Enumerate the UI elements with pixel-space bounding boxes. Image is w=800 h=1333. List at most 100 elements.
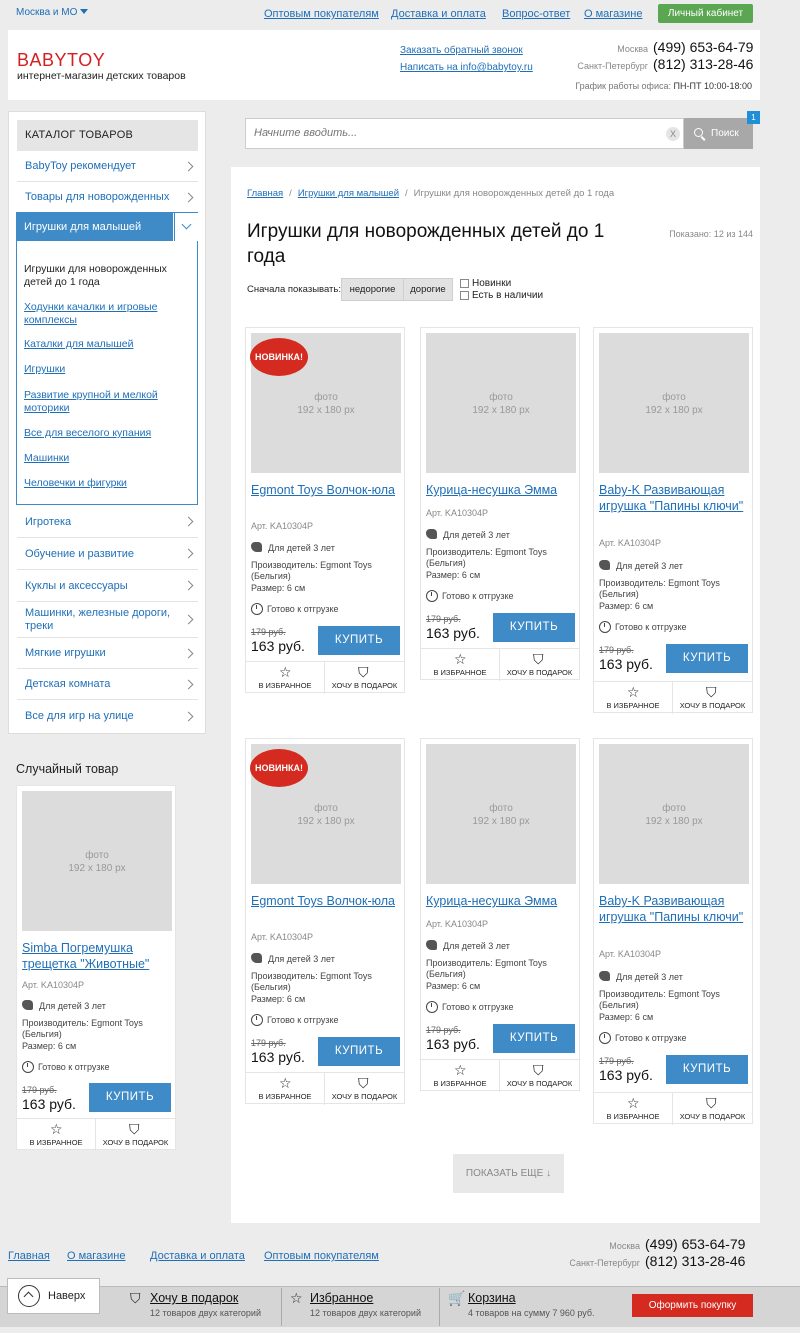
buy-button[interactable]: КУПИТЬ — [666, 644, 748, 673]
catalog-item[interactable]: Игротека — [17, 506, 198, 538]
product-name[interactable]: Egmont Toys Волчок-юла — [251, 482, 399, 498]
footer-nav-wholesale[interactable]: Оптовым покупателям — [264, 1250, 379, 1262]
sort-expensive-button[interactable]: дорогие — [403, 278, 453, 301]
catalog-item[interactable]: Куклы и аксессуары — [17, 570, 198, 602]
catalog-item-label[interactable]: Машинки, железные дороги, треки — [25, 607, 185, 633]
subcategory-link[interactable]: Ходунки качалки и игровые комплексы — [24, 301, 184, 327]
add-gift-button[interactable]: ⛉ ХОЧУ В ПОДАРОК — [325, 662, 404, 694]
subcategory-link[interactable]: Каталки для малышей — [24, 338, 184, 351]
checkbox-box[interactable] — [460, 291, 469, 300]
catalog-item-label[interactable]: Товары для новорожденных — [25, 191, 169, 203]
catalog-open-label[interactable]: Игрушки для малышей — [17, 213, 173, 241]
wishlist-gift-panel[interactable]: ⛉ Хочу в подарок 12 товаров двух категор… — [130, 1290, 270, 1324]
cart-panel-title[interactable]: Корзина — [468, 1291, 516, 1305]
breadcrumb-home[interactable]: Главная — [247, 188, 283, 199]
product-name[interactable]: Baby-K Развивающая игрушка "Папины ключи… — [599, 893, 747, 925]
subcategory-link[interactable]: Человечки и фигурки — [24, 477, 184, 490]
favorites-panel[interactable]: ☆ Избранное 12 товаров двух категорий — [290, 1290, 430, 1324]
checkbox-box[interactable] — [460, 279, 469, 288]
buy-button[interactable]: КУПИТЬ — [318, 1037, 400, 1066]
collapse-toggle[interactable] — [174, 213, 198, 241]
sort-cheap-button[interactable]: недорогие — [341, 278, 404, 301]
catalog-item[interactable]: Все для игр на улице — [17, 700, 198, 732]
add-gift-button[interactable]: ⛉ ХОЧУ В ПОДАРОК — [673, 1093, 752, 1125]
filter-stock-checkbox[interactable]: Есть в наличии — [460, 290, 543, 301]
filter-stock-label[interactable]: Есть в наличии — [472, 290, 543, 301]
catalog-item-label[interactable]: Детская комната — [25, 678, 110, 690]
nav-delivery[interactable]: Доставка и оплата — [391, 8, 486, 20]
catalog-item-label[interactable]: BabyToy рекомендует — [25, 160, 136, 172]
logo[interactable]: BABYTOY — [17, 50, 105, 71]
search-button[interactable]: Поиск — [684, 118, 753, 149]
product-name[interactable]: Курица-несушка Эмма — [426, 893, 574, 909]
buy-button[interactable]: КУПИТЬ — [89, 1083, 171, 1112]
product-name[interactable]: Курица-несушка Эмма — [426, 482, 574, 498]
product-photo[interactable]: фото 192 x 180 px — [426, 744, 576, 884]
add-favorite-button[interactable]: ☆ В ИЗБРАННОЕ — [17, 1119, 96, 1151]
search-input[interactable] — [254, 127, 654, 139]
add-favorite-button[interactable]: ☆ В ИЗБРАННОЕ — [421, 649, 500, 681]
add-favorite-button[interactable]: ☆ В ИЗБРАННОЕ — [594, 1093, 673, 1125]
subcategory-link[interactable]: Игрушки — [24, 363, 184, 376]
footer-nav-home[interactable]: Главная — [8, 1250, 50, 1262]
footer-phone-spb[interactable]: (812) 313-28-46 — [645, 1253, 745, 1269]
city-label[interactable]: Москва и МО — [16, 7, 77, 18]
add-gift-button[interactable]: ⛉ ХОЧУ В ПОДАРОК — [500, 649, 579, 681]
catalog-item-label[interactable]: Игротека — [25, 516, 71, 528]
product-photo[interactable]: фото 192 x 180 px — [599, 744, 749, 884]
add-favorite-button[interactable]: ☆ В ИЗБРАННОЕ — [594, 682, 673, 714]
add-gift-button[interactable]: ⛉ ХОЧУ В ПОДАРОК — [96, 1119, 175, 1151]
footer-nav-about[interactable]: О магазине — [67, 1250, 125, 1262]
product-name[interactable]: Baby-K Развивающая игрушка "Папины ключи… — [599, 482, 747, 514]
subcategory-link[interactable]: Машинки — [24, 452, 184, 465]
city-selector[interactable]: Москва и МО — [16, 7, 89, 18]
nav-faq[interactable]: Вопрос-ответ — [502, 8, 570, 20]
catalog-item-label[interactable]: Все для игр на улице — [25, 710, 134, 722]
buy-button[interactable]: КУПИТЬ — [666, 1055, 748, 1084]
callback-link[interactable]: Заказать обратный звонок — [400, 45, 523, 56]
catalog-item[interactable]: Товары для новорожденных — [17, 182, 198, 213]
buy-button[interactable]: КУПИТЬ — [493, 1024, 575, 1053]
add-favorite-button[interactable]: ☆ В ИЗБРАННОЕ — [246, 662, 325, 694]
catalog-item[interactable]: Мягкие игрушки — [17, 638, 198, 669]
add-gift-button[interactable]: ⛉ ХОЧУ В ПОДАРОК — [673, 682, 752, 714]
catalog-item-label[interactable]: Обучение и развитие — [25, 548, 134, 560]
catalog-item-label[interactable]: Мягкие игрушки — [25, 647, 106, 659]
subcategory-link[interactable]: Развитие крупной и мелкой моторики — [24, 389, 184, 415]
favorites-panel-title[interactable]: Избранное — [310, 1291, 373, 1305]
buy-button[interactable]: КУПИТЬ — [493, 613, 575, 642]
cart-panel[interactable]: 🛒 Корзина 4 товаров на сумму 7 960 руб. — [448, 1290, 618, 1324]
catalog-item[interactable]: Машинки, железные дороги, треки — [17, 602, 198, 638]
product-photo[interactable]: фото 192 x 180 px — [599, 333, 749, 473]
clear-search-button[interactable]: X — [666, 127, 680, 141]
email-link[interactable]: Написать на info@babytoy.ru — [400, 62, 533, 73]
catalog-item[interactable]: BabyToy рекомендует — [17, 151, 198, 182]
subcategory-link[interactable]: Все для веселого купания — [24, 427, 184, 440]
footer-phone-moscow[interactable]: (499) 653-64-79 — [645, 1236, 745, 1252]
footer-nav-delivery[interactable]: Доставка и оплата — [150, 1250, 245, 1262]
add-gift-button[interactable]: ⛉ ХОЧУ В ПОДАРОК — [500, 1060, 579, 1092]
filter-new-checkbox[interactable]: Новинки — [460, 278, 511, 289]
product-photo[interactable]: фото 192 x 180 px — [22, 791, 172, 931]
catalog-item[interactable]: Обучение и развитие — [17, 538, 198, 570]
back-to-top-button[interactable]: Наверх — [7, 1278, 100, 1314]
buy-button[interactable]: КУПИТЬ — [318, 626, 400, 655]
product-photo[interactable]: фото 192 x 180 px — [426, 333, 576, 473]
nav-wholesale[interactable]: Оптовым покупателям — [264, 8, 379, 20]
add-favorite-button[interactable]: ☆ В ИЗБРАННОЕ — [421, 1060, 500, 1092]
phone-spb[interactable]: (812) 313-28-46 — [653, 56, 753, 72]
nav-about[interactable]: О магазине — [584, 8, 642, 20]
product-name[interactable]: Egmont Toys Волчок-юла — [251, 893, 399, 909]
filter-new-label[interactable]: Новинки — [472, 278, 511, 289]
gift-panel-title[interactable]: Хочу в подарок — [150, 1291, 238, 1305]
add-favorite-button[interactable]: ☆ В ИЗБРАННОЕ — [246, 1073, 325, 1105]
add-gift-button[interactable]: ⛉ ХОЧУ В ПОДАРОК — [325, 1073, 404, 1105]
phone-moscow[interactable]: (499) 653-64-79 — [653, 39, 753, 55]
product-name[interactable]: Simba Погремушка трещетка "Животные" — [22, 940, 170, 972]
show-more-button[interactable]: ПОКАЗАТЬ ЕЩЕ ↓ — [453, 1154, 564, 1193]
checkout-button[interactable]: Оформить покупку — [632, 1294, 753, 1317]
catalog-item-label[interactable]: Куклы и аксессуары — [25, 580, 128, 592]
cabinet-button[interactable]: Личный кабинет — [658, 4, 753, 23]
catalog-item[interactable]: Детская комната — [17, 669, 198, 700]
breadcrumb-category[interactable]: Игрушки для малышей — [298, 188, 399, 199]
